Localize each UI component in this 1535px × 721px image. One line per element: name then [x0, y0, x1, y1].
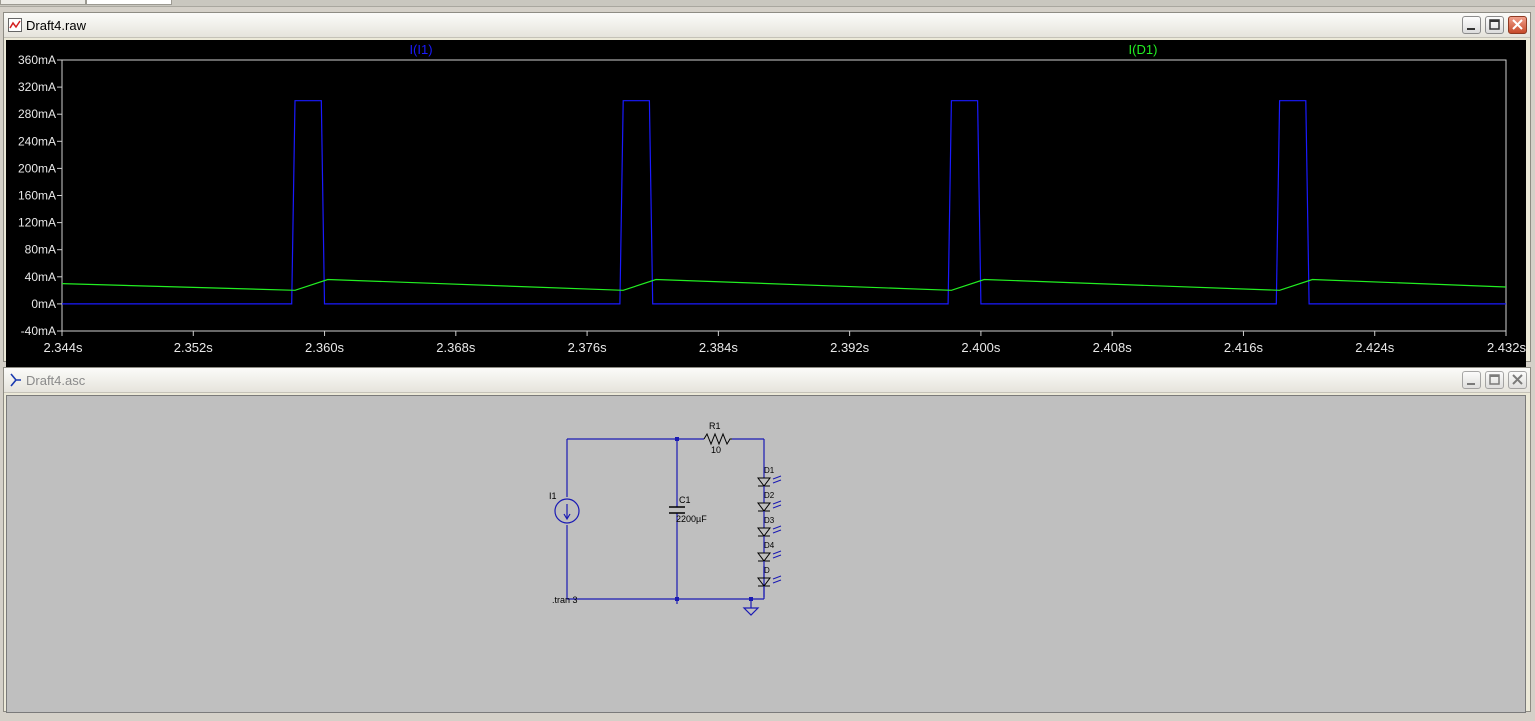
y-tick-label: 80mA — [25, 243, 56, 257]
capacitor-c1[interactable]: C1 2200µF — [669, 495, 707, 524]
capacitor-value: 2200µF — [676, 514, 707, 524]
y-tick-label: 40mA — [25, 270, 56, 284]
trace-label-d1[interactable]: I(D1) — [1129, 42, 1158, 57]
top-tab-strip — [0, 0, 1535, 7]
led-ref: D2 — [764, 491, 775, 500]
mdi-tab-active[interactable] — [86, 0, 172, 5]
led-triangle — [757, 552, 771, 562]
led-ref: D3 — [764, 516, 775, 525]
schematic-titlebar[interactable]: Draft4.asc — [4, 368, 1530, 393]
x-tick-label: 2.360s — [305, 340, 345, 355]
waveform-window: Draft4.raw I(I1) I(D1) 360mA 320mA 280mA 24… — [3, 12, 1531, 370]
y-tick-label: 200mA — [18, 161, 56, 175]
schematic-window-title: Draft4.asc — [26, 373, 86, 388]
led-ref: D — [764, 566, 770, 575]
x-tick-label: 2.392s — [830, 340, 870, 355]
y-tick-label: 320mA — [18, 80, 56, 94]
schematic-canvas[interactable]: I1 R1 10 C1 2200µF D1 D2 D3 D4 D .tran 3 — [6, 395, 1526, 713]
x-tick-label: 2.344s — [43, 340, 83, 355]
close-icon — [1512, 374, 1523, 385]
resistor-value: 10 — [711, 445, 721, 455]
schematic-drawing[interactable]: I1 R1 10 C1 2200µF D1D2D3D4D .tran 3 — [7, 396, 1525, 712]
y-tick-label: 280mA — [18, 107, 56, 121]
led-string[interactable]: D1 D2 D3 D4 D — [757, 466, 782, 597]
capacitor-ref: C1 — [679, 495, 691, 505]
y-tick-label: 0mA — [31, 297, 56, 311]
led-ref: D4 — [764, 541, 775, 550]
led-ref: D1 — [764, 466, 775, 475]
led-triangle — [757, 477, 771, 487]
resistor-r1[interactable]: R1 10 — [703, 421, 732, 455]
x-tick-label: 2.408s — [1093, 340, 1133, 355]
plot-area[interactable]: I(I1) I(D1) 360mA 320mA 280mA 240mA 200mA 160… — [6, 40, 1526, 370]
waveform-icon — [8, 18, 22, 32]
minimize-icon — [1467, 28, 1475, 30]
x-tick-label: 2.416s — [1224, 340, 1264, 355]
y-tick-label: -40mA — [21, 324, 56, 338]
light-arrows-icon — [772, 525, 782, 534]
maximize-button[interactable] — [1485, 16, 1504, 34]
minimize-button[interactable] — [1462, 371, 1481, 389]
ground-symbol[interactable] — [742, 599, 760, 616]
x-tick-label: 2.400s — [961, 340, 1001, 355]
close-button[interactable] — [1508, 16, 1527, 34]
x-tick-label: 2.352s — [174, 340, 214, 355]
spice-directive[interactable]: .tran 3 — [552, 595, 578, 605]
led-triangle — [757, 527, 771, 537]
x-tick-label: 2.368s — [436, 340, 476, 355]
maximize-icon — [1489, 19, 1500, 30]
x-tick-label: 2.432s — [1487, 340, 1526, 355]
light-arrows-icon — [772, 550, 782, 559]
wires — [566, 438, 765, 604]
maximize-button[interactable] — [1485, 371, 1504, 389]
y-tick-label: 240mA — [18, 134, 56, 148]
current-source-i1[interactable]: I1 — [549, 491, 580, 524]
x-tick-label: 2.376s — [568, 340, 608, 355]
y-tick-label: 360mA — [18, 53, 56, 67]
y-tick-label: 160mA — [18, 189, 56, 203]
traces — [61, 100, 1507, 305]
waveform-window-title: Draft4.raw — [26, 18, 86, 33]
source-ref: I1 — [549, 491, 557, 501]
y-tick-label: 120mA — [18, 216, 56, 230]
light-arrows-icon — [772, 575, 782, 584]
x-axis: 2.344s 2.352s 2.360s 2.368s 2.376s 2.384s 2.39… — [43, 331, 1526, 355]
x-tick-label: 2.384s — [699, 340, 739, 355]
maximize-icon — [1489, 374, 1500, 385]
led-d[interactable]: D — [757, 566, 782, 597]
close-icon — [1512, 19, 1523, 30]
trace-label-i1[interactable]: I(I1) — [409, 42, 432, 57]
trace-id1 — [61, 278, 1507, 291]
y-axis: 360mA 320mA 280mA 240mA 200mA 160mA 120mA 80mA 4… — [18, 53, 62, 338]
close-button[interactable] — [1508, 371, 1527, 389]
light-arrows-icon — [772, 500, 782, 509]
schematic-icon — [10, 373, 21, 387]
schematic-window: Draft4.asc I1 R1 10 C1 2200µF D1 D2 D3 D… — [3, 367, 1531, 713]
led-triangle — [757, 502, 771, 512]
mdi-tab[interactable] — [0, 0, 86, 5]
waveform-titlebar[interactable]: Draft4.raw — [4, 13, 1530, 38]
x-tick-label: 2.424s — [1355, 340, 1395, 355]
minimize-button[interactable] — [1462, 16, 1481, 34]
minimize-icon — [1467, 383, 1475, 385]
trace-ii1 — [62, 100, 1506, 305]
resistor-ref: R1 — [709, 421, 721, 431]
light-arrows-icon — [772, 475, 782, 484]
waveform-plot[interactable]: I(I1) I(D1) 360mA 320mA 280mA 240mA 200mA 160… — [6, 40, 1527, 370]
